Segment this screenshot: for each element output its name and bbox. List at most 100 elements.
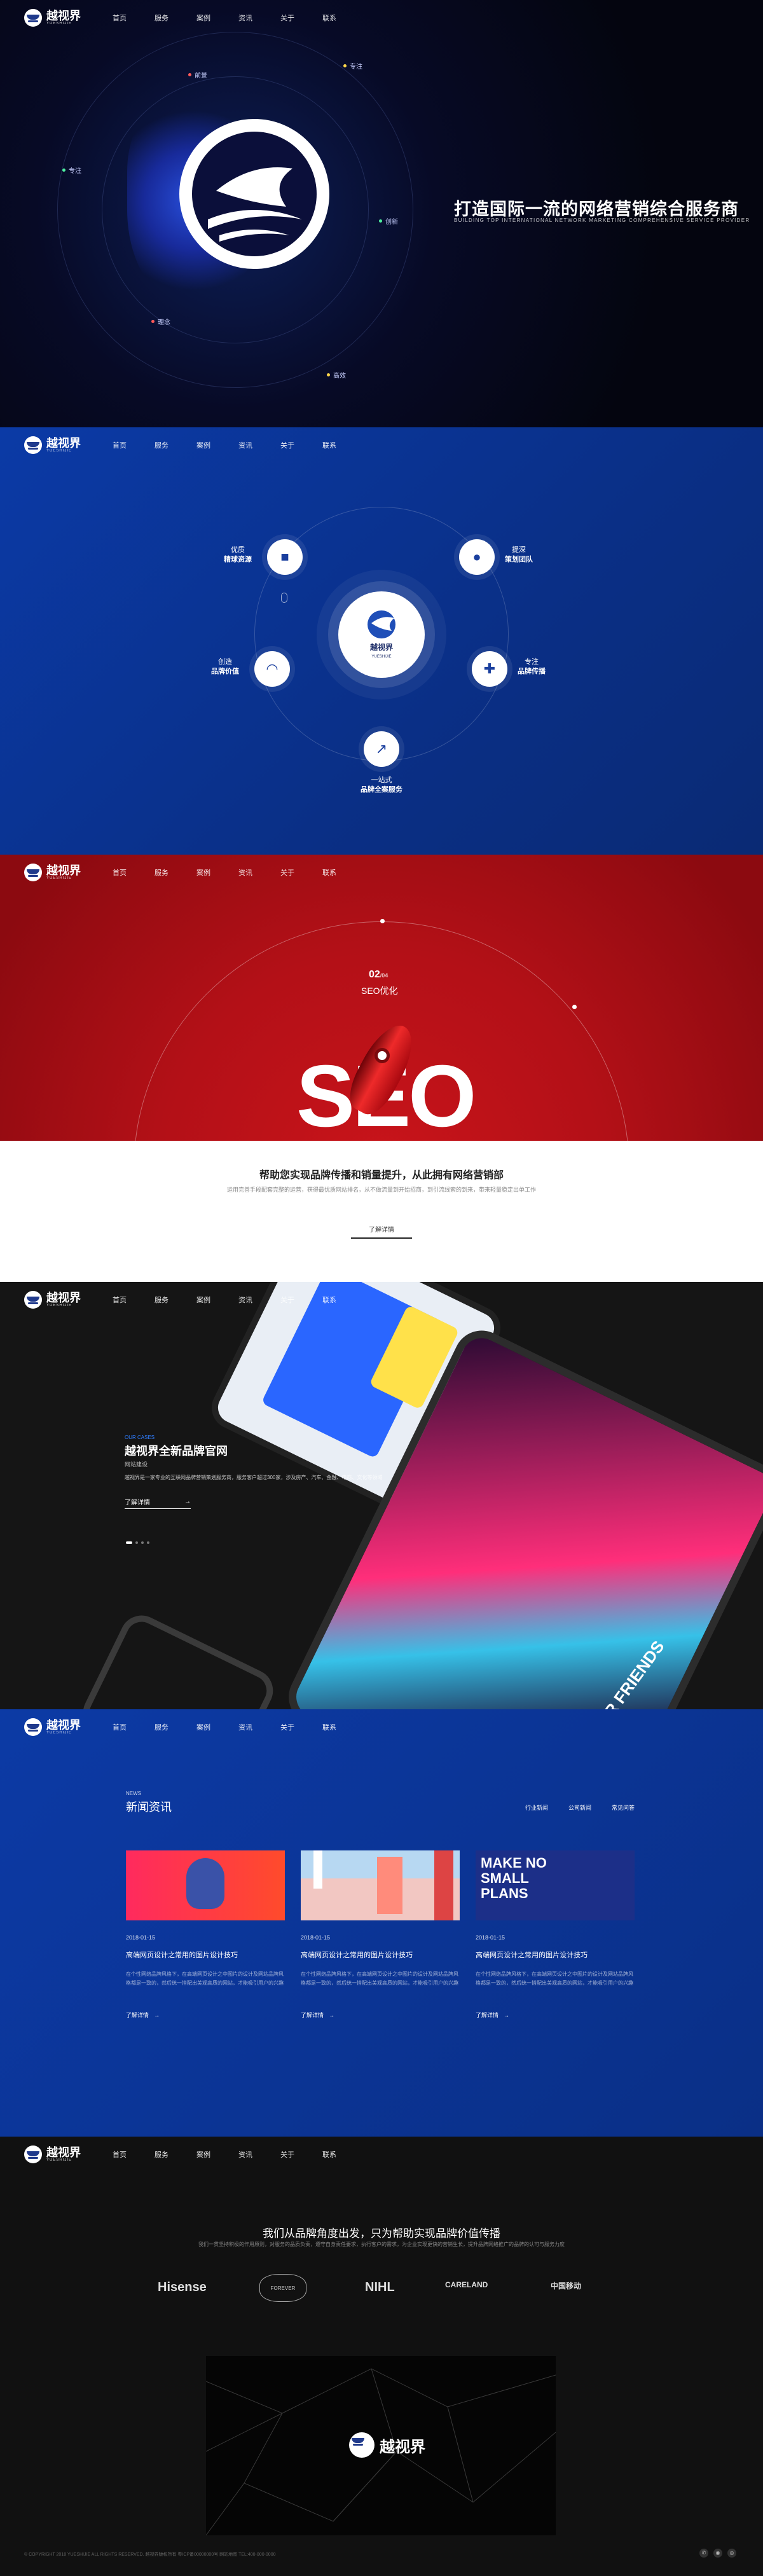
news-more-button[interactable]: 了解详情 → [126,2011,285,2019]
tab-company[interactable]: 公司新闻 [568,1803,591,1812]
nav-item-home[interactable]: 首页 [113,440,127,450]
weibo-icon[interactable]: ◎ [727,2549,736,2558]
logo-icon [24,2146,42,2163]
nav-item-contact[interactable]: 联系 [322,13,336,23]
brand-emblem-icon: 越视界 YUESHIJIE [368,610,395,659]
news-desc: 在个性网络品牌风格下，在高端网页设计之中图片的设计及网站品牌风格都是一致的，然后… [476,1971,633,1986]
slider-dot[interactable] [147,1541,149,1544]
slide-number: 02/04 [369,969,388,980]
top-nav: 越视界 YUESHIJIE 首页 服务 案例 资讯 关于 联系 [0,427,763,463]
nav-item-home[interactable]: 首页 [113,1722,127,1732]
nav-item-about[interactable]: 关于 [280,1295,294,1305]
mouse-scroll-icon [281,593,287,603]
nav-item-contact[interactable]: 联系 [322,1722,336,1732]
news-card-title: 高端网页设计之常用的图片设计技巧 [126,1952,238,1959]
nav-item-home[interactable]: 首页 [113,1295,127,1305]
case-more-button[interactable]: 了解详情 → [125,1495,191,1509]
logo[interactable]: 越视界 YUESHIJIE [24,436,81,454]
nav-item-about[interactable]: 关于 [280,440,294,450]
logo[interactable]: 越视界 YUESHIJIE [24,864,81,881]
nav-item-news[interactable]: 资讯 [238,1722,252,1732]
nav-item-news[interactable]: 资讯 [238,13,252,23]
nav-item-case[interactable]: 案例 [196,1722,210,1732]
brand-forever: FOREVER [259,2274,306,2302]
nav-item-service[interactable]: 服务 [155,867,168,878]
slider-dot[interactable] [135,1541,138,1544]
nav-item-service[interactable]: 服务 [155,440,168,450]
nav-item-contact[interactable]: 联系 [322,440,336,450]
team-icon[interactable]: ● [459,539,495,575]
chart-icon[interactable]: ↗ [364,731,399,767]
news-eyebrow: NEWS [126,1791,141,1796]
video-resource-icon[interactable]: ■ [267,539,303,575]
logo-icon [349,2432,375,2458]
hero-section: 越视界 YUESHIJIE 首页 服务 案例 资讯 关于 联系 前景 专注 专注… [0,0,763,427]
news-more-button[interactable]: 了解详情 → [476,2011,635,2019]
nav-item-about[interactable]: 关于 [280,867,294,878]
seo-more-button[interactable]: 了解详情 [351,1223,412,1239]
puzzle-icon[interactable]: ✚ [472,651,507,687]
white-panel [0,1141,763,1282]
nav-item-about[interactable]: 关于 [280,2149,294,2159]
logo-sub: YUESHIJIE [46,1731,72,1735]
nav-item-news[interactable]: 资讯 [238,867,252,878]
news-card-title: 高端网页设计之常用的图片设计技巧 [301,1952,413,1959]
logo[interactable]: 越视界 YUESHIJIE [24,1291,81,1309]
nav-item-service[interactable]: 服务 [155,2149,168,2159]
node-label: 提深 策划团队 [505,546,533,563]
orbit-label: 高效 [327,370,346,380]
nav-item-contact[interactable]: 联系 [322,2149,336,2159]
logo-text: 越视界 [46,1291,81,1304]
partners-desc: 我们一贯坚持积极的作用原则，对服务的品质负责，遵守自身责任要求，执行客户的需求，… [198,2242,565,2247]
nav-item-case[interactable]: 案例 [196,440,210,450]
tab-industry[interactable]: 行业新闻 [525,1803,548,1812]
nav-item-news[interactable]: 资讯 [238,2149,252,2159]
slide-label: SEO优化 [361,986,398,996]
center-text: 越视界 [369,642,393,652]
partners-section: 越视界 YUESHIJIE 首页 服务 案例 资讯 关于 联系 我们从品牌角度出… [0,2137,763,2576]
top-nav: 越视界 YUESHIJIE 首页 服务 案例 资讯 关于 联系 [0,2137,763,2172]
nav-item-case[interactable]: 案例 [196,1295,210,1305]
news-card[interactable]: MAKE NO SMALL PLANS 2018-01-15 高端网页设计之常用… [476,1850,635,2019]
nav-item-news[interactable]: 资讯 [238,1295,252,1305]
news-card[interactable]: 2018-01-15 高端网页设计之常用的图片设计技巧 在个性网络品牌风格下，在… [126,1850,285,2019]
video-logo-text: 越视界 [380,2438,425,2456]
wifi-icon[interactable]: ◠ [254,651,290,687]
wechat-icon[interactable]: ◉ [713,2549,722,2558]
logo[interactable]: 越视界 YUESHIJIE [24,1718,81,1736]
orbit-label: 创新 [379,216,398,226]
logo[interactable]: 越视界 YUESHIJIE [24,9,81,27]
news-more-button[interactable]: 了解详情 → [301,2011,460,2019]
news-card-title: 高端网页设计之常用的图片设计技巧 [476,1952,588,1959]
slider-dot[interactable] [141,1541,144,1544]
nav-item-case[interactable]: 案例 [196,2149,210,2159]
node-label: 创造 品牌价值 [211,658,239,675]
orbit-label: 专注 [343,61,362,71]
nav-item-home[interactable]: 首页 [113,867,127,878]
nav-item-contact[interactable]: 联系 [322,867,336,878]
nav-item-service[interactable]: 服务 [155,1722,168,1732]
news-tabs: 行业新闻 公司新闻 常见问答 [525,1803,635,1812]
case-tag: 网站建设 [125,1461,148,1468]
nav-item-home[interactable]: 首页 [113,13,127,23]
top-nav: 越视界 YUESHIJIE 首页 服务 案例 资讯 关于 联系 [0,1709,763,1745]
phone-icon[interactable]: ✆ [699,2549,708,2558]
news-card[interactable]: 2018-01-15 高端网页设计之常用的图片设计技巧 在个性网络品牌风格下，在… [301,1850,460,2019]
nav-item-home[interactable]: 首页 [113,2149,127,2159]
nav-item-service[interactable]: 服务 [155,13,168,23]
brand-video[interactable]: 越视界 [206,2356,556,2535]
nav-item-case[interactable]: 案例 [196,867,210,878]
nav-item-about[interactable]: 关于 [280,1722,294,1732]
nav-item-news[interactable]: 资讯 [238,440,252,450]
video-logo: 越视界 [349,2432,425,2458]
nav-item-about[interactable]: 关于 [280,13,294,23]
brand-china-mobile: 中国移动 [551,2282,582,2290]
logo[interactable]: 越视界 YUESHIJIE [24,2146,81,2163]
nav-item-service[interactable]: 服务 [155,1295,168,1305]
nav-item-case[interactable]: 案例 [196,13,210,23]
slider-dot[interactable] [126,1541,132,1544]
logo-sub: YUESHIJIE [46,1304,72,1307]
phone-image [76,1608,280,1709]
nav-item-contact[interactable]: 联系 [322,1295,336,1305]
tab-faq[interactable]: 常见问答 [612,1803,635,1812]
